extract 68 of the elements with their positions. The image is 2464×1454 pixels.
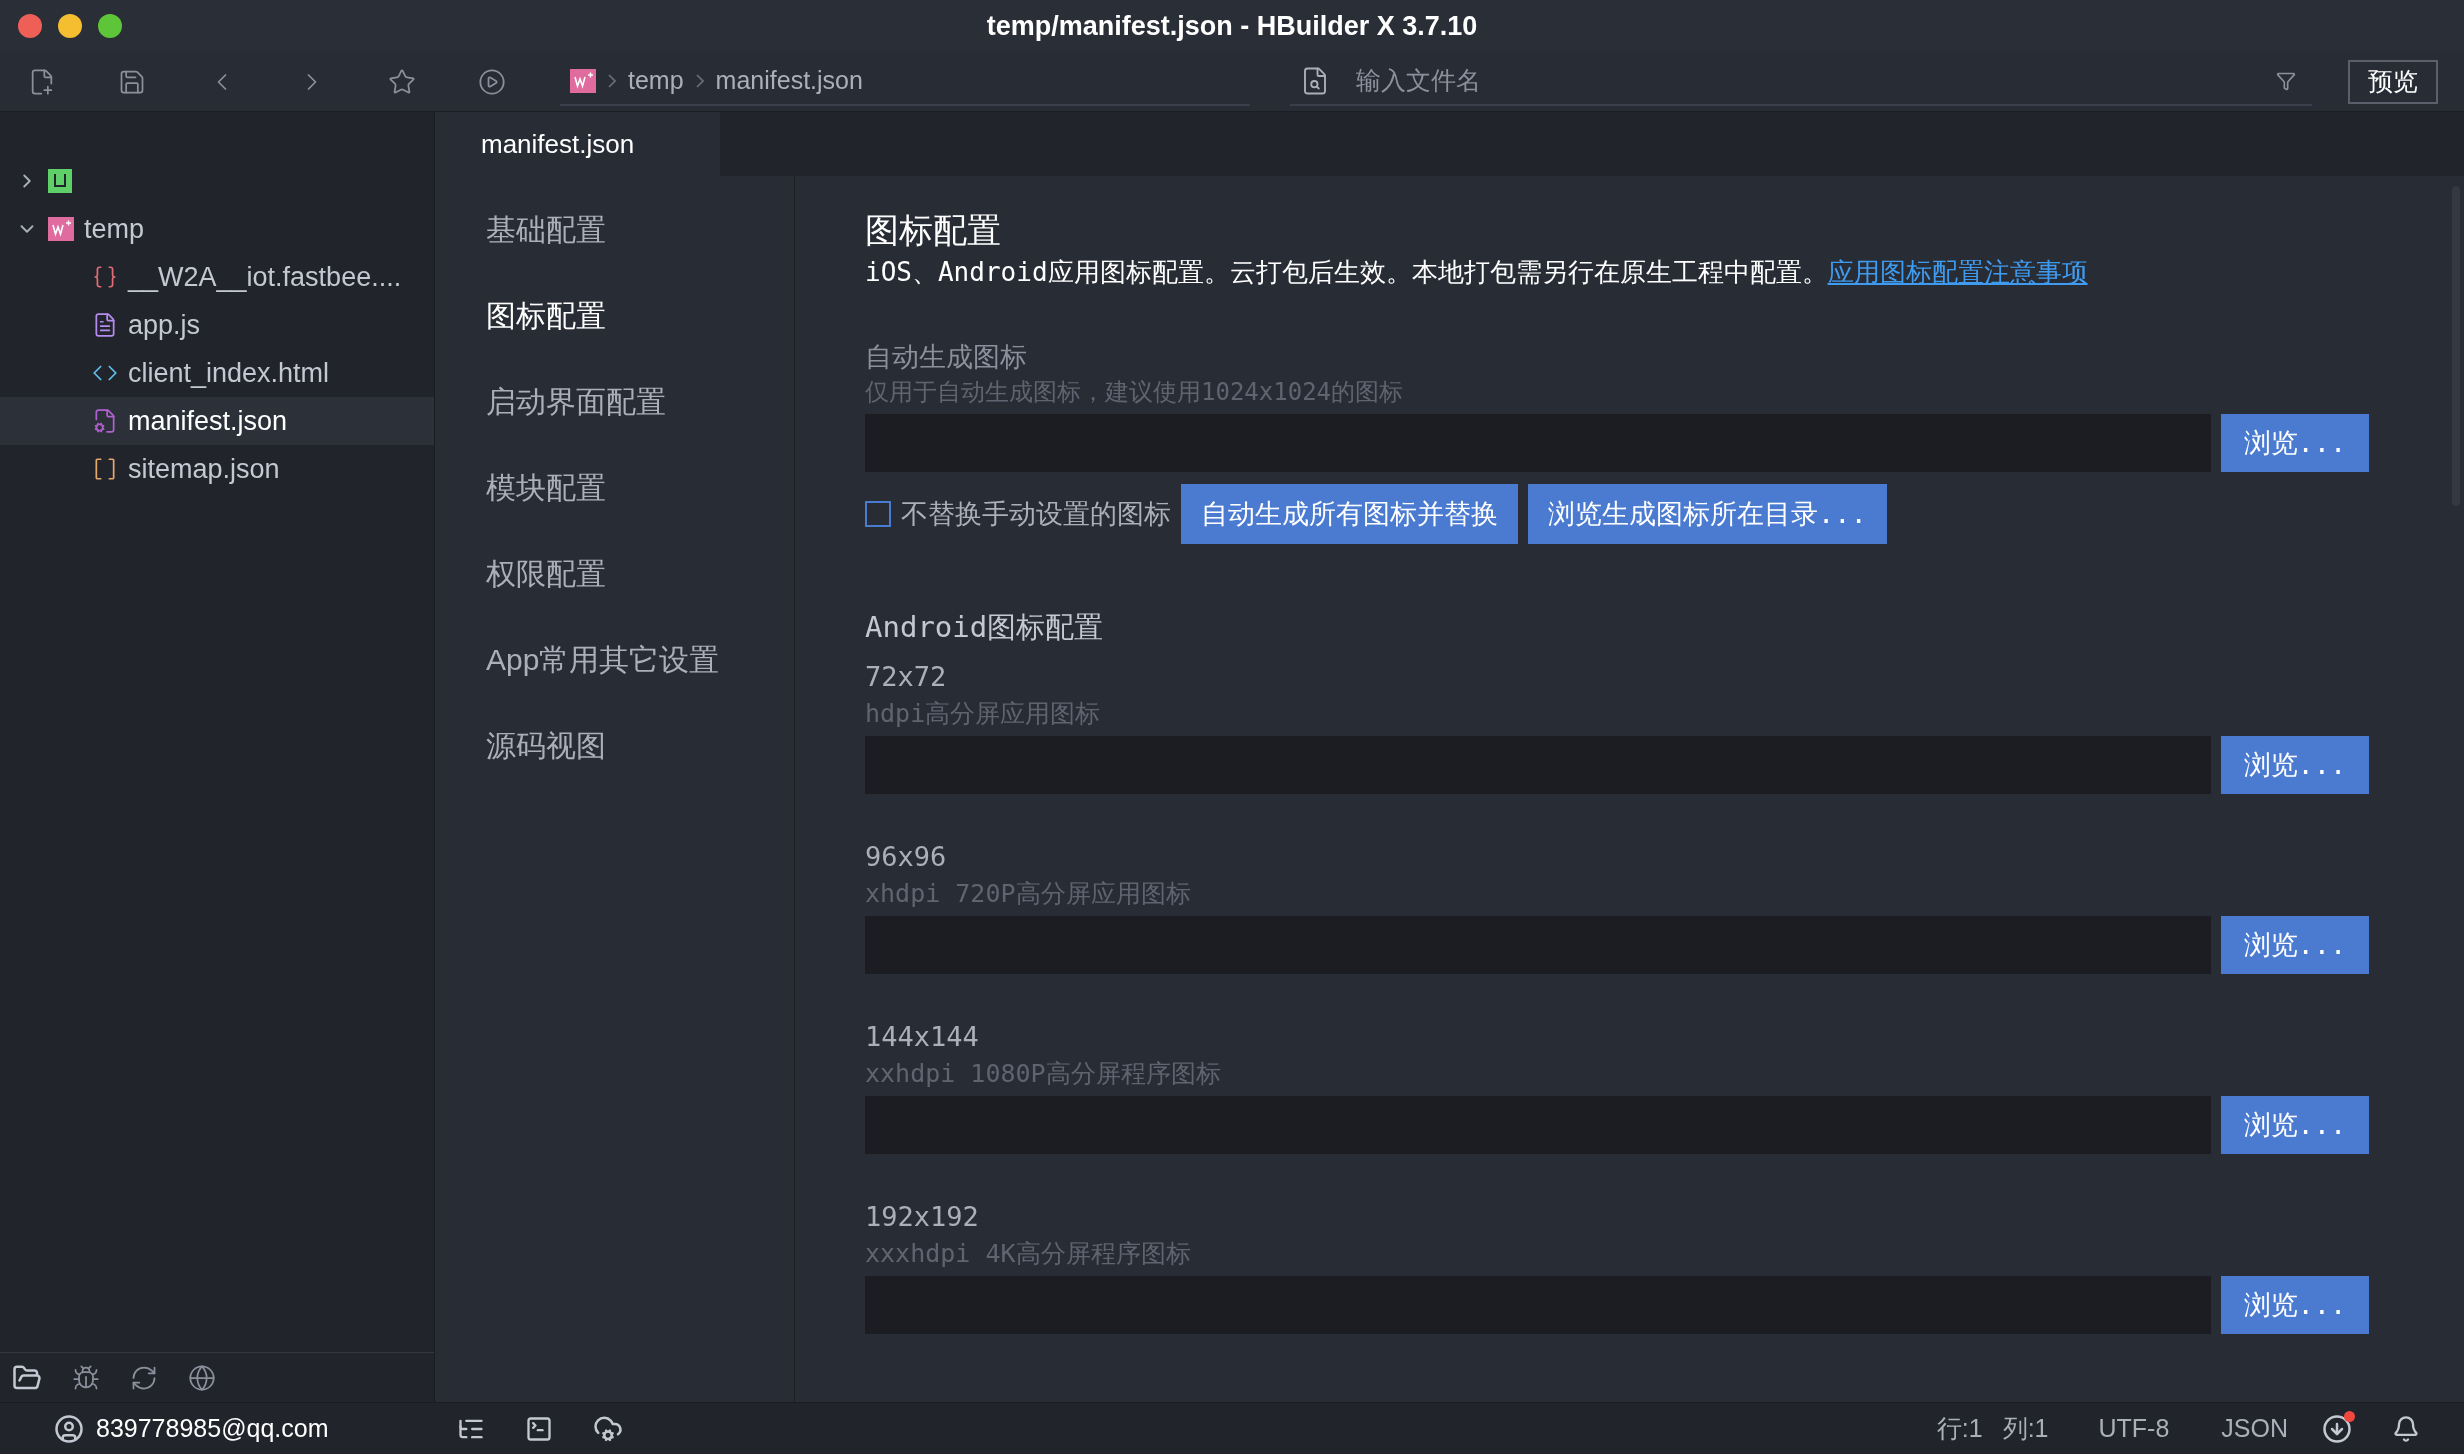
- file-icon: [92, 312, 118, 338]
- encoding-text[interactable]: UTF-8: [2098, 1409, 2170, 1448]
- settings-nav-item[interactable]: 基础配置: [486, 186, 794, 272]
- action-button[interactable]: 自动生成所有图标并替换: [1181, 484, 1518, 544]
- bug-icon[interactable]: [72, 1363, 100, 1392]
- terminal-icon[interactable]: [525, 1414, 553, 1443]
- checkbox[interactable]: [865, 501, 891, 527]
- notes-link[interactable]: 应用图标配置注意事项: [1827, 257, 2088, 287]
- description-text: iOS、Android应用图标配置。云打包后生效。本地打包需另行在原生工程中配置。应用图标配置注意事项: [865, 256, 2089, 289]
- cursor-line[interactable]: 行:1: [1936, 1409, 1983, 1448]
- filter-icon[interactable]: [2276, 70, 2296, 91]
- breadcrumb-item[interactable]: manifest.json: [715, 61, 863, 100]
- checkbox-label: 不替换手动设置的图标: [901, 497, 1171, 531]
- icon-size-label: 96x96: [865, 840, 948, 874]
- tree-item[interactable]: manifest.json: [0, 397, 434, 445]
- tree-item[interactable]: client_index.html: [0, 349, 434, 397]
- star-icon[interactable]: [388, 67, 416, 96]
- user-icon[interactable]: [54, 1413, 84, 1444]
- icon-size-label: 72x72: [865, 660, 948, 694]
- tree-item[interactable]: temp: [0, 205, 434, 253]
- preview-button[interactable]: 预览: [2348, 59, 2438, 104]
- settings-nav-item[interactable]: 权限配置: [486, 530, 794, 616]
- project-logo-icon: [48, 169, 72, 193]
- settings-nav-item[interactable]: 模块配置: [486, 444, 794, 530]
- breadcrumb-item[interactable]: temp: [628, 61, 684, 100]
- browse-button[interactable]: 浏览...: [2221, 1276, 2369, 1334]
- minimize-window-button[interactable]: [58, 14, 82, 38]
- field-label: 自动生成图标: [865, 341, 1028, 374]
- tree-item[interactable]: __W2A__iot.fastbee....: [0, 253, 434, 301]
- window-title: temp/manifest.json - HBuilder X 3.7.10: [986, 10, 1478, 41]
- field-hint: xhdpi 720P高分屏应用图标: [865, 878, 1192, 910]
- notification-icon[interactable]: [2392, 1414, 2420, 1443]
- run-icon[interactable]: [478, 67, 506, 96]
- tree-item[interactable]: app.js: [0, 301, 434, 349]
- settings-nav-item[interactable]: App常用其它设置: [486, 616, 794, 702]
- settings-nav-item[interactable]: 源码视图: [486, 702, 794, 788]
- file-search-field[interactable]: 输入文件名: [1356, 61, 2250, 100]
- icon-size-label: 144x144: [865, 1020, 980, 1054]
- chevron-icon: [608, 73, 616, 88]
- project-logo-icon: [48, 217, 74, 241]
- gear-file-icon: [92, 408, 118, 434]
- browse-button[interactable]: 浏览...: [2221, 414, 2369, 472]
- field-hint: xxhdpi 1080P高分屏程序图标: [865, 1058, 1222, 1090]
- action-button[interactable]: 浏览生成图标所在目录...: [1528, 484, 1887, 544]
- braces-file-icon: [92, 264, 118, 290]
- field-hint: xxxhdpi 4K高分屏程序图标: [865, 1238, 1192, 1270]
- settings-nav-item[interactable]: 启动界面配置: [486, 358, 794, 444]
- browse-button[interactable]: 浏览...: [2221, 736, 2369, 794]
- globe-icon[interactable]: [188, 1363, 216, 1392]
- tree-item[interactable]: sitemap.json: [0, 445, 434, 493]
- browse-button[interactable]: 浏览...: [2221, 1096, 2369, 1154]
- settings-nav-item[interactable]: 图标配置: [486, 272, 794, 358]
- icon-size-label: 192x192: [865, 1200, 980, 1234]
- section-title: 图标配置: [865, 210, 1002, 251]
- chevron-icon: [695, 73, 704, 88]
- zoom-window-button[interactable]: [98, 14, 122, 38]
- update-icon[interactable]: [2322, 1413, 2352, 1444]
- account-text[interactable]: 839778985@qq.com: [96, 1409, 329, 1448]
- field-hint: 仅用于自动生成图标，建议使用1024x1024的图标: [865, 377, 1405, 408]
- subsection-title: Android图标配置: [865, 609, 1105, 646]
- browse-button[interactable]: 浏览...: [2221, 916, 2369, 974]
- editor-tab[interactable]: manifest.json: [435, 112, 720, 176]
- language-mode[interactable]: JSON: [2221, 1409, 2288, 1448]
- field-hint: hdpi高分屏应用图标: [865, 698, 1102, 730]
- brackets-icon: [92, 456, 118, 482]
- close-window-button[interactable]: [18, 14, 42, 38]
- project-logo-icon: [570, 68, 596, 93]
- cursor-column[interactable]: 列:1: [2002, 1409, 2049, 1448]
